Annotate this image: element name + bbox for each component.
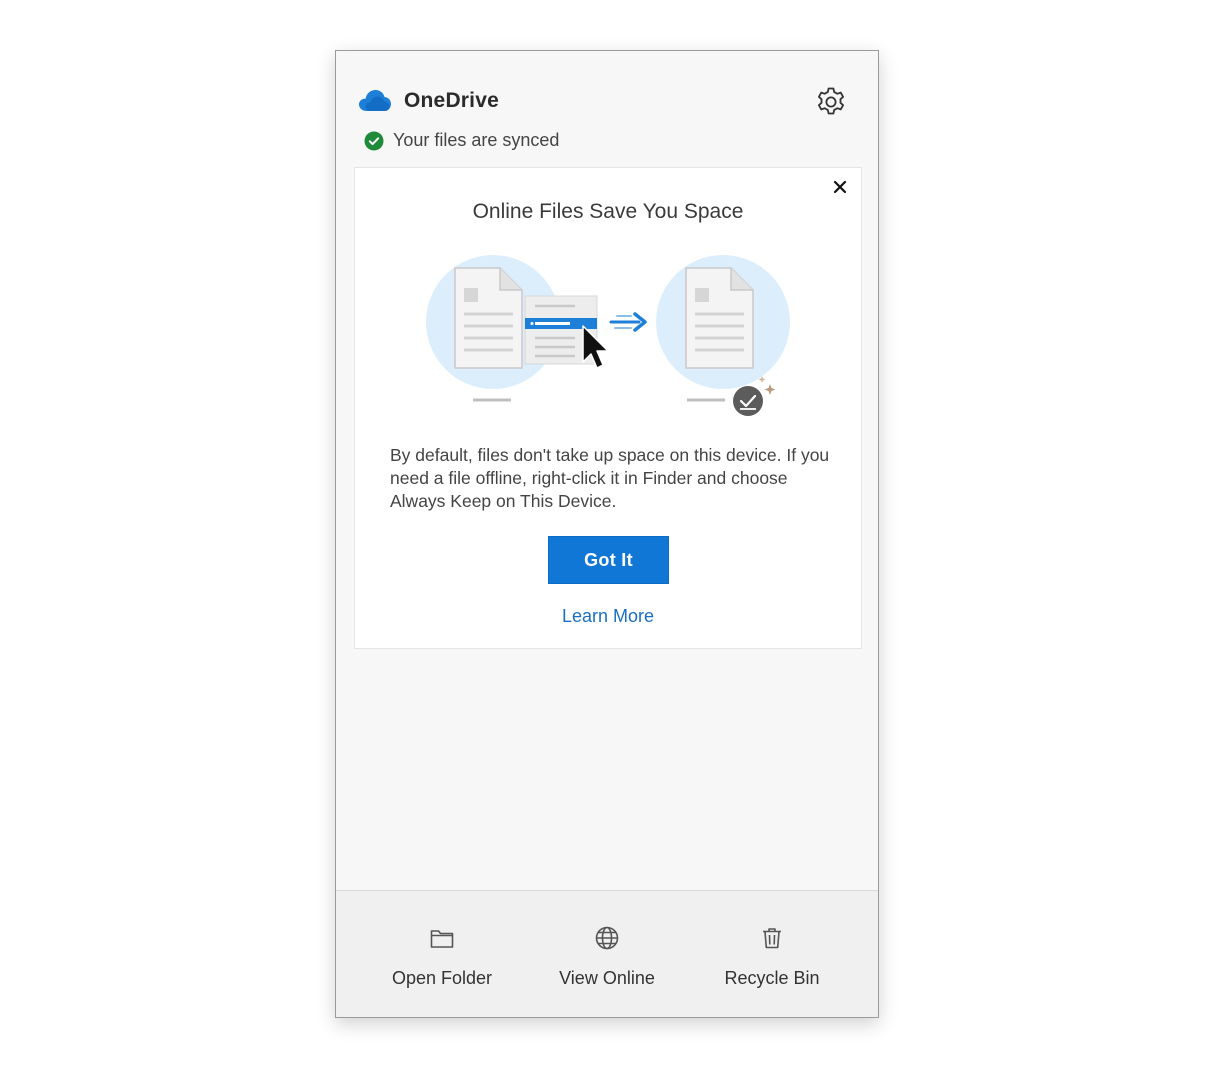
gear-icon[interactable] [814, 85, 848, 119]
online-files-illustration [426, 255, 790, 416]
status-text: Your files are synced [393, 130, 560, 150]
card-title: Online Files Save You Space [472, 200, 744, 223]
card-body-text: By default, files don't take up space on… [390, 445, 830, 511]
learn-more-link[interactable]: Learn More [355, 606, 861, 627]
recycle-bin-label: Recycle Bin [724, 968, 820, 988]
globe-icon [595, 926, 619, 950]
recycle-bin-button[interactable]: Recycle Bin [697, 891, 847, 1017]
sync-status: Your files are synced [364, 130, 559, 151]
got-it-button[interactable]: Got It [548, 536, 669, 584]
open-folder-label: Open Folder [391, 968, 493, 988]
view-online-label: View Online [559, 968, 655, 988]
open-folder-button[interactable]: Open Folder [367, 891, 517, 1017]
onedrive-window: OneDrive Your files are synced Online Fi… [335, 50, 879, 1018]
close-icon[interactable] [829, 176, 851, 198]
view-online-button[interactable]: View Online [532, 891, 682, 1017]
trash-icon [763, 928, 781, 949]
onedrive-cloud-icon [359, 90, 391, 111]
footer-toolbar: Open Folder View Online Recycle Bin [336, 890, 878, 1017]
folder-icon [430, 930, 454, 948]
header: OneDrive Your files are synced [336, 51, 878, 161]
app-title: OneDrive [404, 89, 499, 112]
synced-check-icon [364, 131, 384, 150]
promo-card: Online Files Save You Space By default, … [354, 167, 862, 649]
